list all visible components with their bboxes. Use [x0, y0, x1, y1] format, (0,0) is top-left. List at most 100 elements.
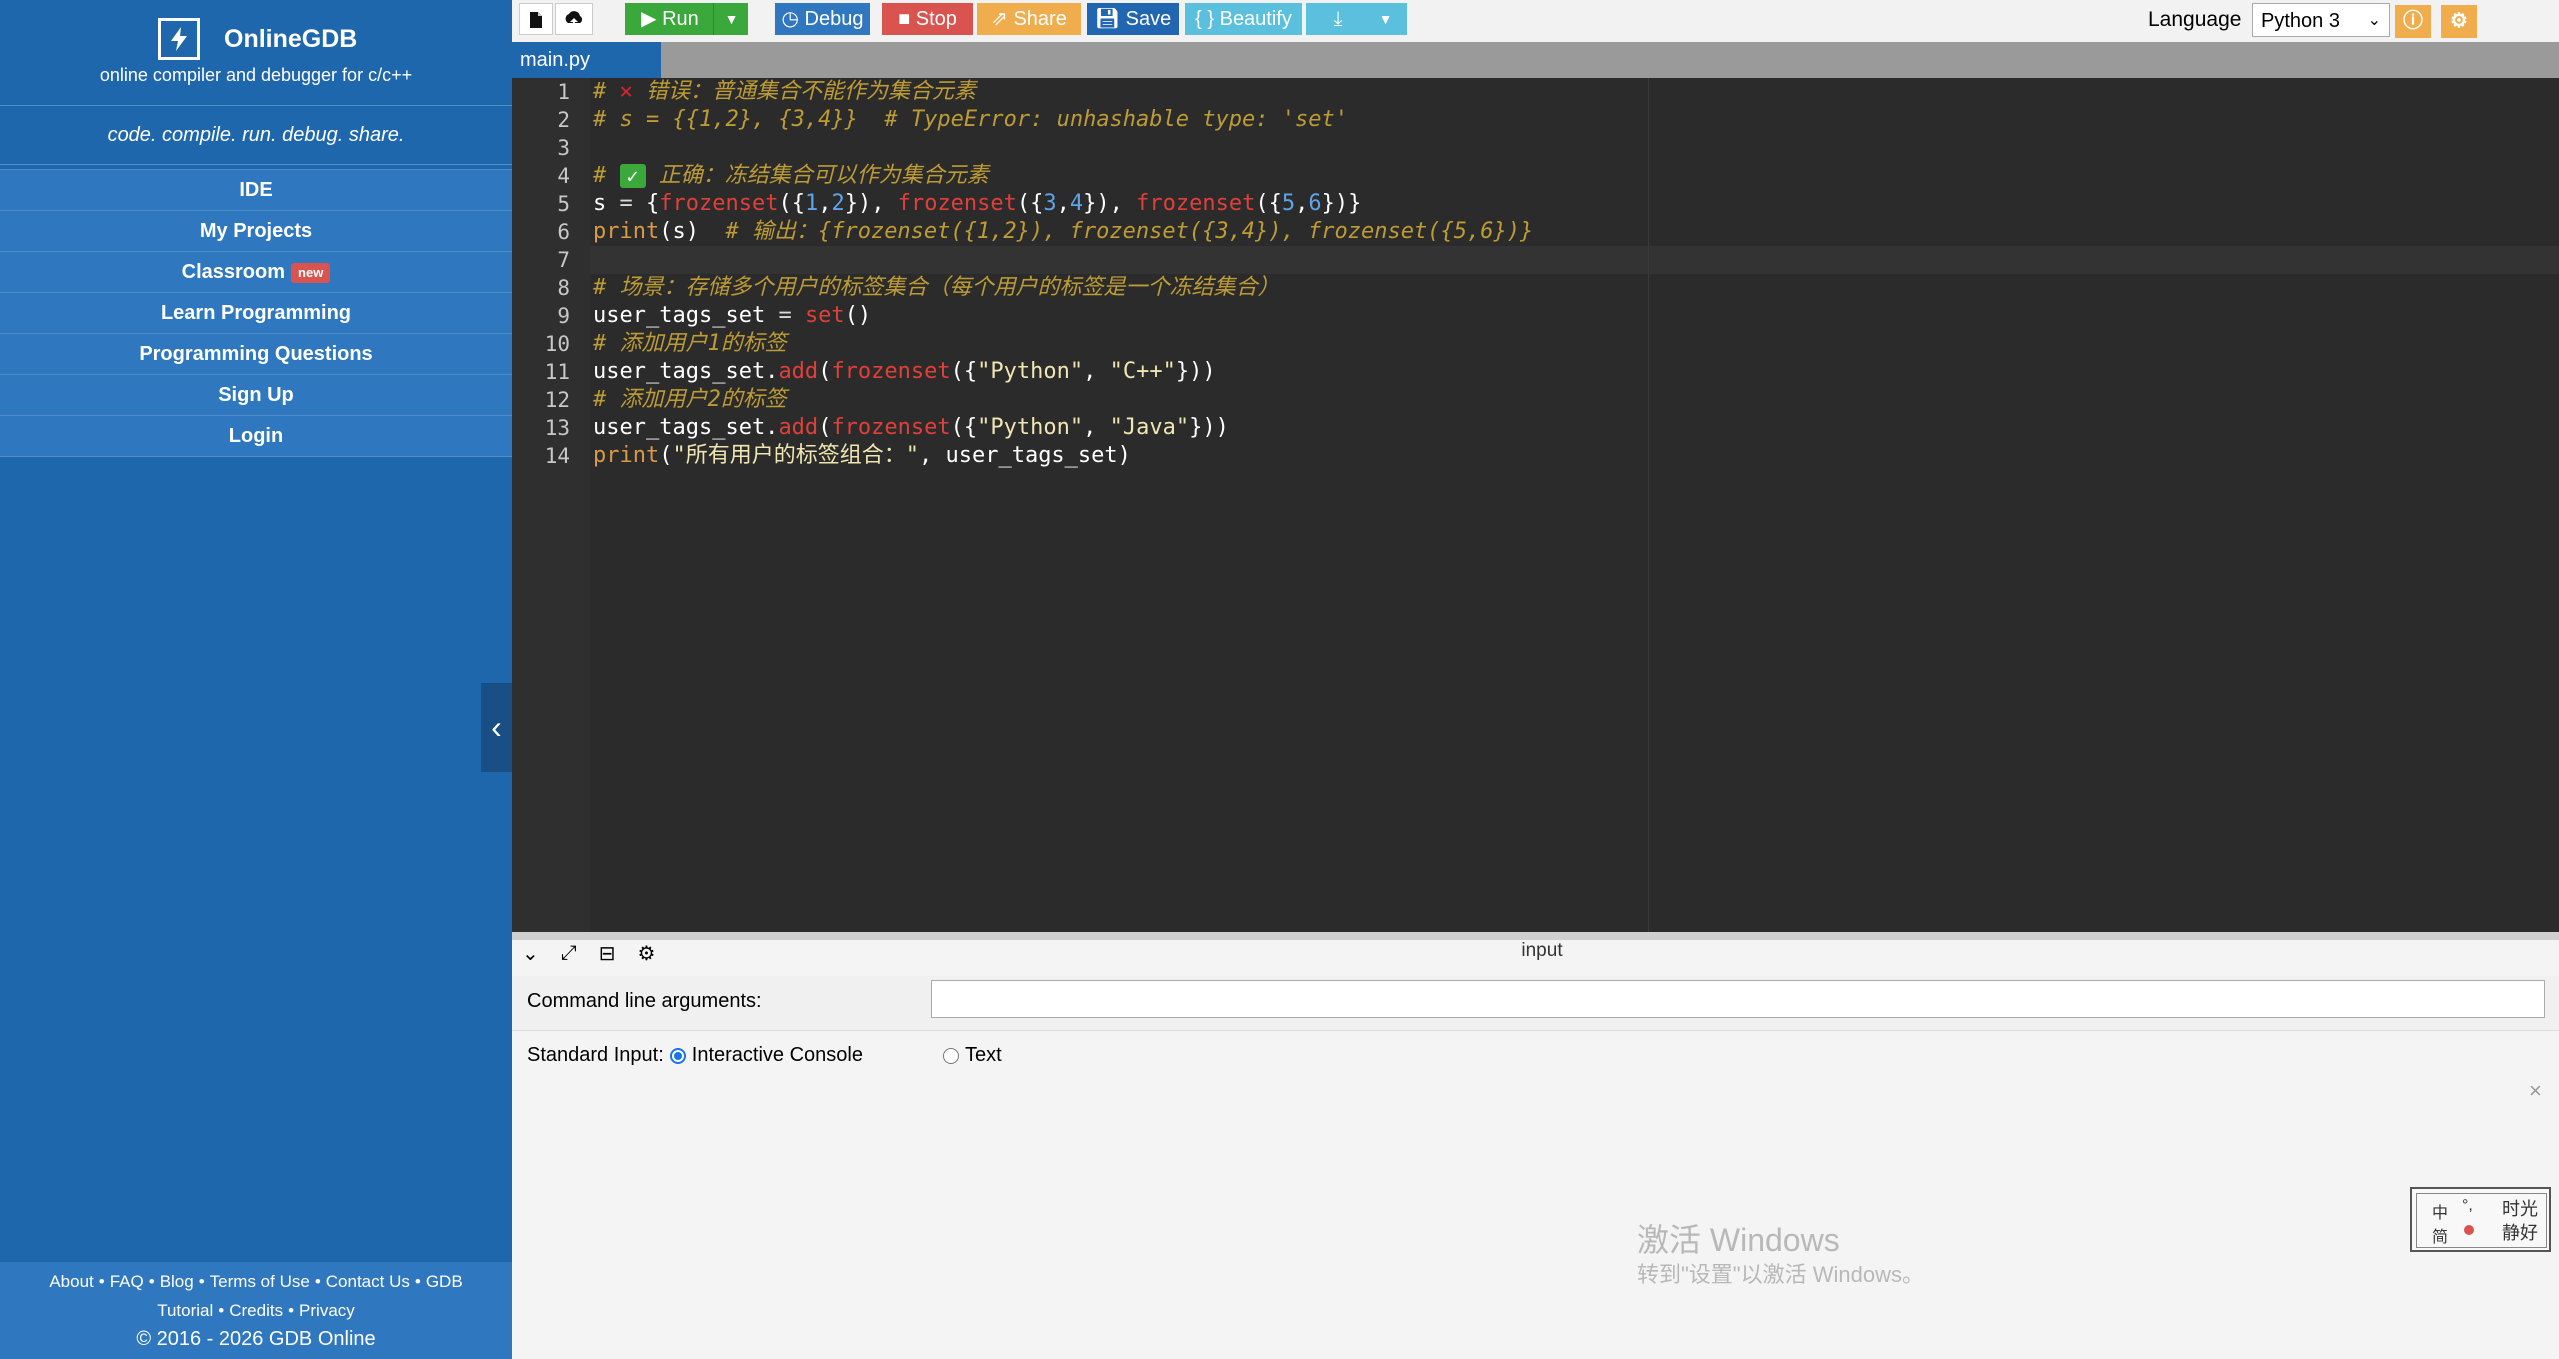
- download-dropdown-icon[interactable]: ▼: [1364, 3, 1407, 35]
- cmd-args-label: Command line arguments:: [527, 990, 762, 1012]
- line-number: 8: [557, 276, 570, 300]
- footer-link-terms[interactable]: Terms of Use: [210, 1272, 310, 1291]
- footer-link-credits[interactable]: Credits: [229, 1301, 283, 1320]
- sidebar-item-classroom[interactable]: Classroom new: [0, 252, 512, 293]
- stdin-label: Standard Input:: [527, 1044, 664, 1066]
- footer-links-line2: Tutorial • Credits • Privacy: [157, 1301, 355, 1320]
- code-line-1: # ✕ 错误：普通集合不能作为集合元素: [593, 78, 976, 106]
- option-interactive-console[interactable]: Interactive Console: [692, 1044, 863, 1067]
- radio-text[interactable]: [942, 1047, 959, 1064]
- share-button[interactable]: ⇗ Share: [977, 3, 1081, 35]
- gear-icon[interactable]: ⚙: [2441, 5, 2477, 38]
- run-label-wrap: ▶ Run: [635, 3, 705, 35]
- ime-dot-icon: [2464, 1225, 2474, 1235]
- chevron-down-icon[interactable]: ⌄: [522, 941, 539, 966]
- line-number: 14: [544, 444, 570, 468]
- line-number: 2: [557, 108, 570, 132]
- save-button[interactable]: 💾︎ Save: [1087, 3, 1179, 35]
- new-badge: new: [291, 262, 331, 283]
- stop-icon: ■: [898, 8, 916, 30]
- option-text[interactable]: Text: [965, 1044, 1002, 1067]
- line-number: 13: [544, 416, 570, 440]
- tab-main-py[interactable]: main.py: [512, 42, 661, 78]
- ime-char: °,: [2462, 1197, 2473, 1214]
- code-line-11: user_tags_set.add(frozenset({"Python", "…: [593, 359, 1216, 384]
- share-label: Share: [1013, 8, 1067, 30]
- footer-link-contact[interactable]: Contact Us: [326, 1272, 410, 1291]
- line-number: 11: [544, 360, 570, 384]
- chevron-down-icon: ⌄: [2367, 12, 2381, 29]
- copyright: © 2016 - 2026 GDB Online: [136, 1328, 376, 1350]
- code-line-2: # s = {{1,2}, {3,4}} # TypeError: unhash…: [593, 107, 1348, 132]
- line-number: 5: [557, 192, 570, 216]
- close-icon[interactable]: ×: [2529, 1078, 2542, 1104]
- sidebar-item-learn-programming[interactable]: Learn Programming: [0, 293, 512, 334]
- run-dropdown-icon[interactable]: ▼: [713, 3, 749, 35]
- sidebar-item-label: Login: [228, 425, 284, 447]
- save-label: Save: [1125, 8, 1172, 30]
- line-number: 3: [557, 136, 570, 160]
- sidebar-item-label: Programming Questions: [139, 343, 373, 365]
- motto: code. compile. run. debug. share.: [0, 106, 512, 165]
- footer-link-tutorial[interactable]: Tutorial: [157, 1301, 213, 1320]
- sidebar-item-label: Classroom: [181, 261, 286, 283]
- footer-link-gdb[interactable]: GDB: [426, 1272, 463, 1291]
- code-line-9: user_tags_set = set(): [593, 303, 872, 328]
- sidebar-item-my-projects[interactable]: My Projects: [0, 211, 512, 252]
- sidebar-item-programming-questions[interactable]: Programming Questions: [0, 334, 512, 375]
- code-line-6: print(s) # 输出：{frozenset({1,2}), frozens…: [593, 219, 1534, 244]
- share-icon: ⇗: [991, 8, 1014, 30]
- language-label: Language: [2148, 8, 2242, 31]
- ime-char: 静好: [2502, 1223, 2538, 1243]
- download-button[interactable]: ⤓ ▼: [1306, 3, 1407, 35]
- stop-button[interactable]: ■ Stop: [882, 3, 973, 35]
- beautify-button[interactable]: { } Beautify: [1185, 3, 1302, 35]
- logo-icon[interactable]: [158, 18, 200, 60]
- debug-icon: ◷: [781, 8, 805, 30]
- debug-button[interactable]: ◷ Debug: [775, 3, 870, 35]
- sidebar-item-label: Sign Up: [218, 384, 294, 406]
- comment-text: 正确：冻结集合可以作为集合元素: [645, 163, 989, 188]
- footer-link-blog[interactable]: Blog: [160, 1272, 194, 1291]
- sidebar: OnlineGDB online compiler and debugger f…: [0, 0, 512, 1359]
- footer-link-faq[interactable]: FAQ: [110, 1272, 144, 1291]
- language-select[interactable]: Python 3 ⌄: [2252, 3, 2390, 37]
- sidebar-nav: IDE My Projects Classroom new Learn Progr…: [0, 169, 512, 457]
- cmd-args-input[interactable]: [931, 980, 2545, 1018]
- sidebar-item-label: My Projects: [199, 220, 313, 242]
- run-button[interactable]: ▶ Run ▼: [625, 3, 748, 35]
- upload-icon[interactable]: [555, 3, 593, 35]
- sidebar-item-login[interactable]: Login: [0, 416, 512, 457]
- sidebar-item-ide[interactable]: IDE: [0, 169, 512, 211]
- footer-link-privacy[interactable]: Privacy: [299, 1301, 355, 1320]
- panel-resize-handle[interactable]: [512, 932, 2559, 940]
- activate-windows-title: 激活 Windows: [1637, 1222, 1840, 1258]
- sidebar-item-sign-up[interactable]: Sign Up: [0, 375, 512, 416]
- cross-mark-icon: ✕: [619, 79, 633, 104]
- footer-links-line1: About • FAQ • Blog • Terms of Use • Contact Us • G…: [49, 1272, 463, 1291]
- sidebar-item-label: IDE: [239, 179, 273, 201]
- comment-text: 错误：普通集合不能作为集合元素: [632, 79, 976, 104]
- footer-link-about[interactable]: About: [49, 1272, 93, 1291]
- comment-prefix: #: [593, 79, 620, 104]
- expand-icon[interactable]: ⤢: [561, 942, 577, 965]
- line-gutter: 1 2 3 4 5 6 7 8 9 10 11 12 13 14: [512, 78, 590, 932]
- line-number: 7: [557, 248, 570, 272]
- line-number: 6: [557, 220, 570, 244]
- brand-name[interactable]: OnlineGDB: [224, 25, 357, 54]
- play-icon: ▶: [641, 8, 663, 30]
- radio-interactive-console[interactable]: [669, 1047, 686, 1064]
- info-icon[interactable]: ⓘ: [2395, 5, 2431, 38]
- line-number: 10: [544, 332, 570, 356]
- chevron-left-icon[interactable]: ‹: [481, 683, 512, 772]
- code-editor[interactable]: 1 2 3 4 5 6 7 8 9 10 11 12 13 14 # ✕ 错误：…: [512, 78, 2559, 932]
- new-file-icon[interactable]: [519, 3, 553, 35]
- comment-text: # 输出：{frozenset({1,2}), frozenset({3,4})…: [698, 219, 1534, 244]
- stop-label: Stop: [915, 8, 957, 30]
- gear-icon[interactable]: ⚙: [638, 941, 656, 966]
- layout-icon[interactable]: ⊟: [599, 941, 616, 966]
- language-value: Python 3: [2261, 10, 2340, 32]
- code-line-10: # 添加用户1的标签: [593, 331, 787, 356]
- ime-widget[interactable]: 中 °, 简 时光 静好: [2410, 1187, 2551, 1252]
- panel-icons: ⌄ ⤢ ⊟ ⚙: [522, 940, 655, 966]
